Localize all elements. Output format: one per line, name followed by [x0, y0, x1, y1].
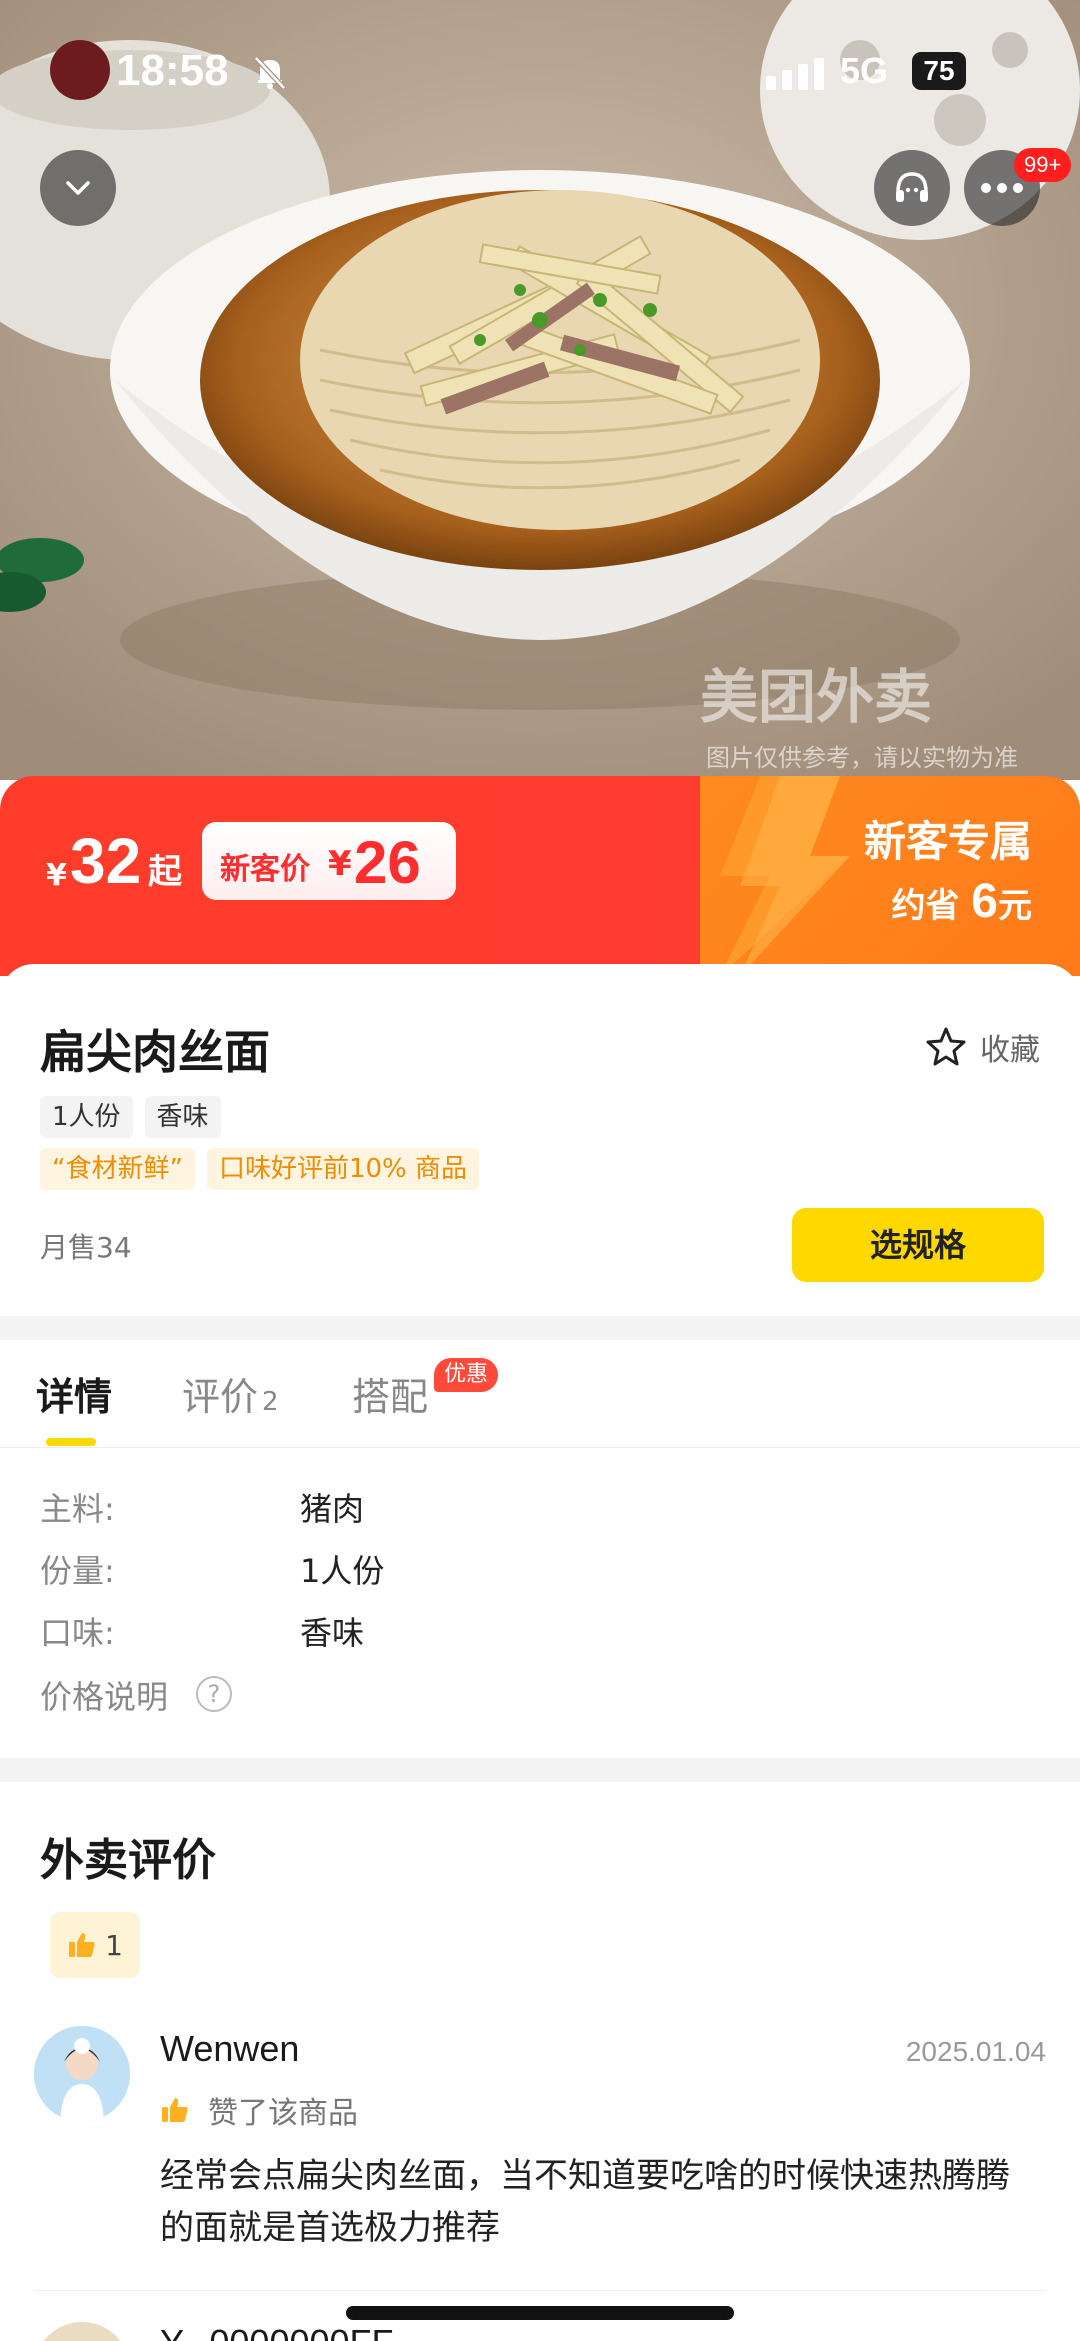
home-indicator[interactable] [346, 2306, 734, 2320]
bell-muted-icon [254, 56, 286, 90]
spec-value-flavor: 香味 [300, 1614, 365, 1652]
price-currency: ¥ [46, 858, 67, 893]
thumbs-up-icon [69, 1933, 95, 1957]
network-type: 5G [840, 50, 889, 91]
review-text: 经常会点扁尖肉丝面，当不知道要吃啥的时候快速热腾腾的面就是首选极力推荐 [160, 2156, 1010, 2248]
section-divider [0, 1316, 1080, 1340]
avatar[interactable] [34, 2322, 130, 2341]
liked-indicator: 赞了该商品 [160, 2088, 358, 2132]
exclusive-title: 新客专属 [863, 817, 1032, 866]
reviews-count: 2 [262, 1387, 279, 1417]
spec-label-flavor: 口味: [40, 1614, 115, 1652]
reviewer-name: Y...0000000FF [160, 2322, 394, 2341]
customer-service-button[interactable] [874, 150, 950, 226]
tab-combo[interactable]: 搭配 [352, 1366, 428, 1421]
base-price-suffix: 起 [148, 852, 182, 892]
like-filter-chip[interactable]: 1 [50, 1912, 140, 1978]
product-specs: 主料: 猪肉 份量: 1人份 口味: 香味 价格说明 ? [0, 1448, 1080, 1758]
watermark-note: 图片仅供参考，请以实物为准 [706, 744, 1018, 772]
status-bar: 18:58 5G 75 [0, 40, 1080, 110]
review-date: 2025.01.04 [905, 2036, 1046, 2067]
exclusive-savings: 约省 6元 [891, 875, 1032, 928]
help-icon[interactable]: ? [196, 1676, 232, 1712]
tag-portion: 1人份 [40, 1096, 133, 1138]
favorite-label: 收藏 [980, 1033, 1040, 1068]
product-highlights: “食材新鲜” 口味好评前10% 商品 [40, 1148, 480, 1190]
price-note-label[interactable]: 价格说明 [40, 1672, 168, 1718]
lightning-bolt-icon [720, 776, 850, 976]
new-customer-currency: ¥ [328, 844, 352, 884]
new-customer-price: 26 [354, 829, 421, 896]
price-banner: ¥ 32 起 新客价 ¥ 26 新客专属 约省 6元 [0, 776, 1080, 976]
product-title: 扁尖肉丝面 [40, 1025, 270, 1079]
signal-icon [766, 58, 824, 90]
battery-icon: 75 [912, 52, 966, 90]
highlight-fresh: “食材新鲜” [40, 1148, 195, 1190]
combo-discount-badge: 优惠 [434, 1358, 499, 1392]
collapse-button[interactable] [40, 150, 116, 226]
product-hero-image: 18:58 5G 75 99+ 美团外卖 图片仅供参考，请以实物为准 [0, 0, 1080, 780]
spec-value-ingredient: 猪肉 [300, 1490, 365, 1528]
liked-text: 赞了该商品 [208, 2096, 358, 2131]
reviewer-name: Wenwen [160, 2028, 300, 2069]
favorite-button[interactable]: 收藏 [924, 1022, 1040, 1072]
select-spec-button[interactable]: 选规格 [792, 1208, 1044, 1282]
spec-value-portion: 1人份 [300, 1552, 385, 1590]
new-customer-price-box: 新客价 ¥ 26 [202, 822, 456, 900]
more-dots-icon [981, 183, 1023, 193]
tab-reviews[interactable]: 评价 2 [182, 1366, 279, 1421]
status-time: 18:58 [116, 46, 229, 95]
monthly-sales: 月售34 [40, 1231, 132, 1264]
product-info-card: 扁尖肉丝面 收藏 1人份 香味 “食材新鲜” 口味好评前10% 商品 月售34 … [0, 964, 1080, 1316]
headset-icon [896, 172, 928, 202]
tag-flavor: 香味 [144, 1096, 221, 1138]
product-tags: 1人份 香味 [40, 1096, 221, 1138]
chevron-down-icon [66, 181, 90, 195]
spec-label-portion: 份量: [40, 1552, 115, 1590]
reviews-section: 外卖评价 1 Wenwen 2025.01.04 赞了该商品 经常会点扁尖肉丝面… [0, 1782, 1080, 2341]
avatar-image [34, 2026, 130, 2122]
section-divider [0, 1758, 1080, 1782]
avatar[interactable] [34, 2026, 130, 2122]
star-icon [926, 1027, 966, 1066]
spec-label-ingredient: 主料: [40, 1490, 115, 1528]
reviews-title: 外卖评价 [40, 1835, 216, 1886]
base-price: 32 [70, 825, 142, 897]
review-divider [34, 2290, 1046, 2291]
tab-details[interactable]: 详情 [36, 1366, 112, 1421]
active-tab-indicator [46, 1438, 96, 1446]
thumbs-up-icon [162, 2098, 188, 2122]
like-count: 1 [105, 1928, 123, 1962]
watermark-brand: 美团外卖 [700, 663, 933, 731]
highlight-rating: 口味好评前10% 商品 [206, 1148, 480, 1190]
message-count-badge: 99+ [1014, 148, 1072, 182]
new-customer-label: 新客价 [220, 852, 310, 887]
detail-tabs: 详情 评价 2 搭配 优惠 [0, 1340, 1080, 1448]
